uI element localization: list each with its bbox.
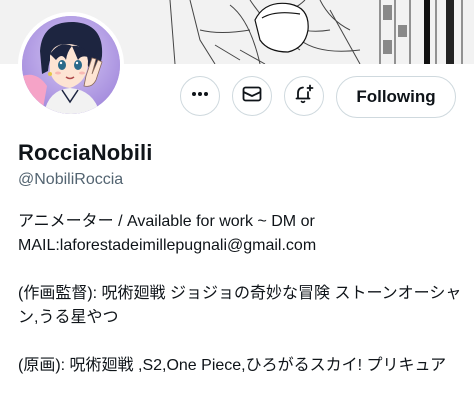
bio-line: (原画): 呪術廻戦 ,S2,One Piece,ひろがるスカイ! プリキュア — [18, 357, 447, 374]
envelope-icon — [241, 83, 263, 110]
more-horizontal-icon — [190, 84, 210, 109]
avatar[interactable] — [18, 12, 124, 118]
bell-plus-icon — [293, 83, 315, 110]
notifications-button[interactable] — [284, 76, 324, 116]
bio-line: アニメーター / Available for work ~ DM or MAIL… — [18, 213, 317, 254]
profile-bio: アニメーター / Available for work ~ DM or MAIL… — [18, 210, 464, 378]
display-name: RocciaNobili — [18, 140, 153, 165]
message-button[interactable] — [232, 76, 272, 116]
more-button[interactable] — [180, 76, 220, 116]
following-button[interactable]: Following — [336, 76, 456, 118]
bio-line: (作画監督): 呪術廻戦 ジョジョの奇妙な冒険 ストーンオーシャン,うる星やつ — [18, 285, 462, 326]
following-label: Following — [356, 87, 436, 106]
user-handle: @NobiliRoccia — [18, 171, 124, 188]
